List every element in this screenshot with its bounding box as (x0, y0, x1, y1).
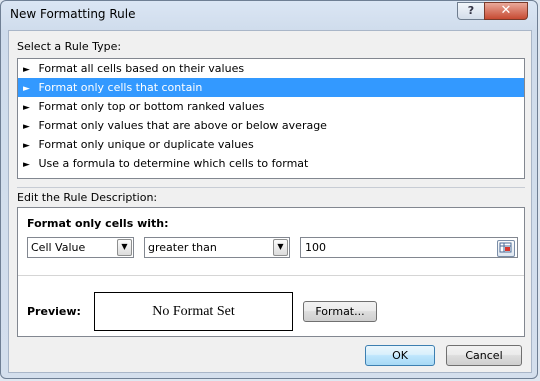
close-icon: ✕ (500, 3, 512, 18)
chevron-down-icon[interactable]: ▼ (117, 239, 132, 256)
help-icon: ? (467, 4, 475, 17)
preview-label: Preview: (27, 305, 81, 318)
operator-dropdown[interactable]: greater than ▼ (144, 237, 290, 258)
rule-type-item-2[interactable]: ► Format only top or bottom ranked value… (18, 97, 524, 116)
value-input[interactable]: 100 (300, 237, 518, 258)
format-cells-heading: Format only cells with: (27, 217, 169, 230)
rule-type-list[interactable]: ► Format all cells based on their values… (17, 58, 525, 179)
rule-type-item-1[interactable]: ► Format only cells that contain (18, 78, 524, 97)
bullet-arrow-icon: ► (23, 160, 30, 170)
rule-type-item-label: Format only values that are above or bel… (38, 119, 327, 132)
ok-button-label: OK (392, 349, 408, 362)
preview-text: No Format Set (152, 304, 235, 319)
title-bar[interactable]: New Formatting Rule ? ✕ (1, 1, 537, 29)
help-button[interactable]: ? (457, 2, 485, 20)
dialog-title: New Formatting Rule (10, 7, 136, 21)
dialog-body: Select a Rule Type: ► Format all cells b… (8, 30, 532, 373)
preview-divider (18, 275, 524, 276)
rule-type-label: Select a Rule Type: (17, 40, 121, 53)
rule-type-label-text: Select a Rule Type: (17, 40, 122, 53)
rule-description-panel: Format only cells with: Cell Value ▼ gre… (17, 207, 525, 337)
rule-type-item-label: Format only cells that contain (38, 81, 203, 94)
rule-type-item-label: Format all cells based on their values (38, 62, 245, 75)
rule-description-label-text: Edit the Rule Description: (17, 191, 158, 204)
value-input-text: 100 (305, 241, 326, 254)
section-divider (17, 187, 525, 188)
cancel-button[interactable]: Cancel (446, 345, 522, 366)
collapse-dialog-button[interactable] (497, 240, 515, 257)
new-formatting-rule-dialog: New Formatting Rule ? ✕ Select a Rule Ty… (0, 0, 538, 379)
close-button[interactable]: ✕ (484, 2, 528, 20)
rule-type-item-4[interactable]: ► Format only unique or duplicate values (18, 135, 524, 154)
rule-type-item-0[interactable]: ► Format all cells based on their values (18, 59, 524, 78)
format-preview-box: No Format Set (94, 292, 293, 331)
range-select-icon (499, 242, 512, 253)
ok-button[interactable]: OK (365, 345, 435, 366)
condition-field-value: Cell Value (31, 241, 86, 254)
rule-type-item-label: Use a formula to determine which cells t… (38, 157, 309, 170)
cancel-button-label: Cancel (465, 349, 503, 362)
chevron-down-icon[interactable]: ▼ (273, 239, 288, 256)
format-button-label: Format... (315, 305, 365, 318)
condition-field-dropdown[interactable]: Cell Value ▼ (27, 237, 134, 258)
rule-description-label: Edit the Rule Description: (17, 191, 157, 204)
rule-type-item-label: Format only top or bottom ranked values (38, 100, 265, 113)
operator-value: greater than (148, 241, 217, 254)
rule-type-item-3[interactable]: ► Format only values that are above or b… (18, 116, 524, 135)
rule-type-item-5[interactable]: ► Use a formula to determine which cells… (18, 154, 524, 173)
format-button[interactable]: Format... (303, 301, 377, 322)
rule-type-item-label: Format only unique or duplicate values (38, 138, 254, 151)
